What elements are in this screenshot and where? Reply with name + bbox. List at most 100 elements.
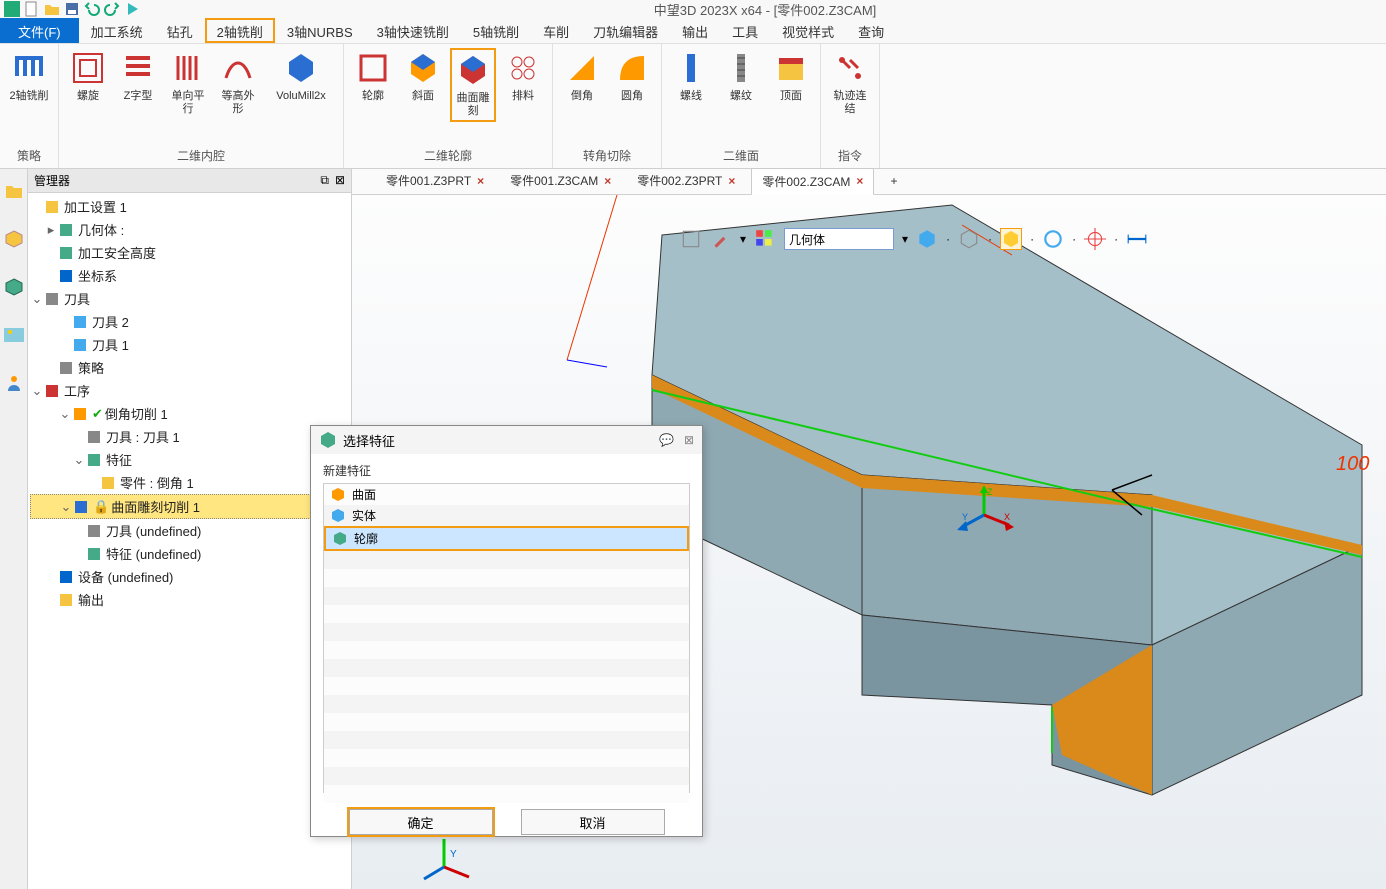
tree-tool[interactable]: 刀具 2: [30, 310, 349, 333]
tree-dash[interactable]: 刀具 : 刀具 1: [30, 425, 349, 448]
tab-close-icon[interactable]: ×: [856, 174, 863, 188]
tree-dash[interactable]: 刀具 (undefined): [30, 519, 349, 542]
ribbon-chamfer[interactable]: 倒角: [559, 48, 605, 105]
tree-geo[interactable]: ▸几何体 :: [30, 218, 349, 241]
tab-close-icon[interactable]: ×: [728, 174, 735, 188]
menu-tools[interactable]: 工具: [720, 18, 770, 43]
feature-row-solid[interactable]: 实体: [324, 505, 689, 526]
vt-brush-icon[interactable]: [710, 228, 732, 250]
tree-csys[interactable]: 坐标系: [30, 264, 349, 287]
menu-query[interactable]: 查询: [846, 18, 896, 43]
ribbon-group-label: 指令: [821, 143, 879, 168]
save-icon[interactable]: [64, 1, 80, 17]
restore-icon[interactable]: ⧉: [320, 173, 329, 188]
menu-3axis-fast[interactable]: 3轴快速铣削: [365, 18, 461, 43]
tree-op-chamfer[interactable]: ⌄✔倒角切削 1: [30, 402, 349, 425]
tree-folder[interactable]: 加工设置 1: [30, 195, 349, 218]
doctab[interactable]: 零件001.Z3CAM×: [500, 168, 621, 195]
play-icon[interactable]: [124, 1, 140, 17]
operation-tree: 加工设置 1▸几何体 :加工安全高度坐标系⌄刀具刀具 2刀具 1策略⌄工序⌄✔倒…: [28, 193, 351, 889]
doctab[interactable]: 零件001.Z3PRT×: [376, 168, 494, 195]
dialog-close-icon[interactable]: ⊠: [684, 433, 694, 447]
tab-close-icon[interactable]: ×: [604, 174, 611, 188]
tool-cube2-icon[interactable]: [4, 277, 24, 297]
tree-strategy[interactable]: 策略: [30, 356, 349, 379]
vt-cube-blue-icon[interactable]: [916, 228, 938, 250]
menu-cam-system[interactable]: 加工系统: [79, 18, 155, 43]
feature-list: 曲面实体轮廓: [323, 483, 690, 793]
tree-tools[interactable]: ⌄刀具: [30, 287, 349, 310]
contour-icon: [332, 531, 348, 547]
ribbon-zigzag[interactable]: Z字型: [115, 48, 161, 105]
vt-target-icon[interactable]: [1084, 228, 1106, 250]
axis-gizmo-main[interactable]: Z X Y: [954, 485, 1014, 545]
cancel-button[interactable]: 取消: [521, 809, 665, 835]
redo-icon[interactable]: [104, 1, 120, 17]
manager-window-buttons: ⧉ ⊠: [320, 173, 345, 188]
vt-palette-icon[interactable]: [754, 228, 776, 250]
close-icon[interactable]: ⊠: [335, 173, 345, 188]
ribbon-spiral[interactable]: 螺旋: [65, 48, 111, 105]
ribbon-thread[interactable]: 螺纹: [718, 48, 764, 105]
tool-scene-icon[interactable]: [4, 325, 24, 345]
vt-icon-1[interactable]: [680, 228, 702, 250]
dialog-speech-icon[interactable]: 💬: [659, 433, 674, 447]
dialog-titlebar[interactable]: 选择特征 💬 ⊠: [311, 426, 702, 454]
output-icon: [58, 592, 74, 608]
ribbon-volumill[interactable]: VoluMill2x: [265, 48, 337, 105]
new-tab-button[interactable]: +: [880, 170, 907, 194]
manager-panel: 管理器 ⧉ ⊠ 加工设置 1▸几何体 :加工安全高度坐标系⌄刀具刀具 2刀具 1…: [28, 169, 352, 889]
tree-feature[interactable]: ⌄特征: [30, 448, 349, 471]
ribbon-nest[interactable]: 排料: [500, 48, 546, 105]
menu-5axis[interactable]: 5轴铣削: [461, 18, 531, 43]
menu-turn[interactable]: 车削: [531, 18, 581, 43]
vt-cube-wire-icon[interactable]: [958, 228, 980, 250]
ribbon-profile[interactable]: 轮廓: [350, 48, 396, 105]
tree-op-engrave[interactable]: ⌄🔒曲面雕刻切削 1: [30, 494, 349, 519]
ribbon-engrave[interactable]: 曲面雕刻: [450, 48, 496, 122]
app-title: 中望3D 2023X x64 - [零件002.Z3CAM]: [144, 0, 1386, 19]
feature-row-surface[interactable]: 曲面: [324, 484, 689, 505]
vt-dropdown-icon[interactable]: ▾: [902, 232, 908, 246]
tool-cube-icon[interactable]: [4, 229, 24, 249]
doctab[interactable]: 零件002.Z3CAM×: [751, 168, 874, 196]
tool-folder-icon[interactable]: [4, 181, 24, 201]
ribbon-contour-h[interactable]: 等高外形: [215, 48, 261, 118]
menu-drill[interactable]: 钻孔: [155, 18, 205, 43]
ribbon: 2轴铣削策略螺旋Z字型单向平行等高外形VoluMill2x二维内腔轮廓斜面曲面雕…: [0, 44, 1386, 169]
tree-machine[interactable]: 设备 (undefined): [30, 565, 349, 588]
tree-tool[interactable]: 刀具 1: [30, 333, 349, 356]
open-icon[interactable]: [44, 1, 60, 17]
menu-file[interactable]: 文件(F): [0, 18, 79, 43]
ribbon-helix[interactable]: 螺线: [668, 48, 714, 105]
parallel-icon: [170, 50, 206, 86]
menu-2axis-mill[interactable]: 2轴铣削: [205, 18, 275, 43]
vt-ruler-icon[interactable]: [1126, 228, 1148, 250]
ribbon-link[interactable]: 轨迹连结: [827, 48, 873, 118]
tree-ops[interactable]: ⌄工序: [30, 379, 349, 402]
menu-toolpath-editor[interactable]: 刀轨编辑器: [581, 18, 670, 43]
new-icon[interactable]: [24, 1, 40, 17]
tree-output[interactable]: 输出: [30, 588, 349, 611]
ribbon-fillet[interactable]: 圆角: [609, 48, 655, 105]
geometry-selector[interactable]: [784, 228, 894, 250]
ribbon-parallel[interactable]: 单向平行: [165, 48, 211, 118]
doctab[interactable]: 零件002.Z3PRT×: [627, 168, 745, 195]
menu-visual-style[interactable]: 视觉样式: [770, 18, 846, 43]
ribbon-topface[interactable]: 顶面: [768, 48, 814, 105]
undo-icon[interactable]: [84, 1, 100, 17]
spiral-icon: [70, 50, 106, 86]
tool-person-icon[interactable]: [4, 373, 24, 393]
tree-feature[interactable]: 特征 (undefined): [30, 542, 349, 565]
tab-close-icon[interactable]: ×: [477, 174, 484, 188]
menu-3axis-nurbs[interactable]: 3轴NURBS: [275, 18, 365, 43]
ribbon-mill2axis[interactable]: 2轴铣削: [6, 48, 52, 105]
vt-circle-icon[interactable]: [1042, 228, 1064, 250]
ok-button[interactable]: 确定: [349, 809, 493, 835]
tree-part[interactable]: 零件 : 倒角 1: [30, 471, 349, 494]
vt-cube-yellow-icon[interactable]: [1000, 228, 1022, 250]
feature-row-contour[interactable]: 轮廓: [324, 526, 689, 551]
tree-safeheight[interactable]: 加工安全高度: [30, 241, 349, 264]
ribbon-slope[interactable]: 斜面: [400, 48, 446, 105]
menu-output[interactable]: 输出: [670, 18, 720, 43]
